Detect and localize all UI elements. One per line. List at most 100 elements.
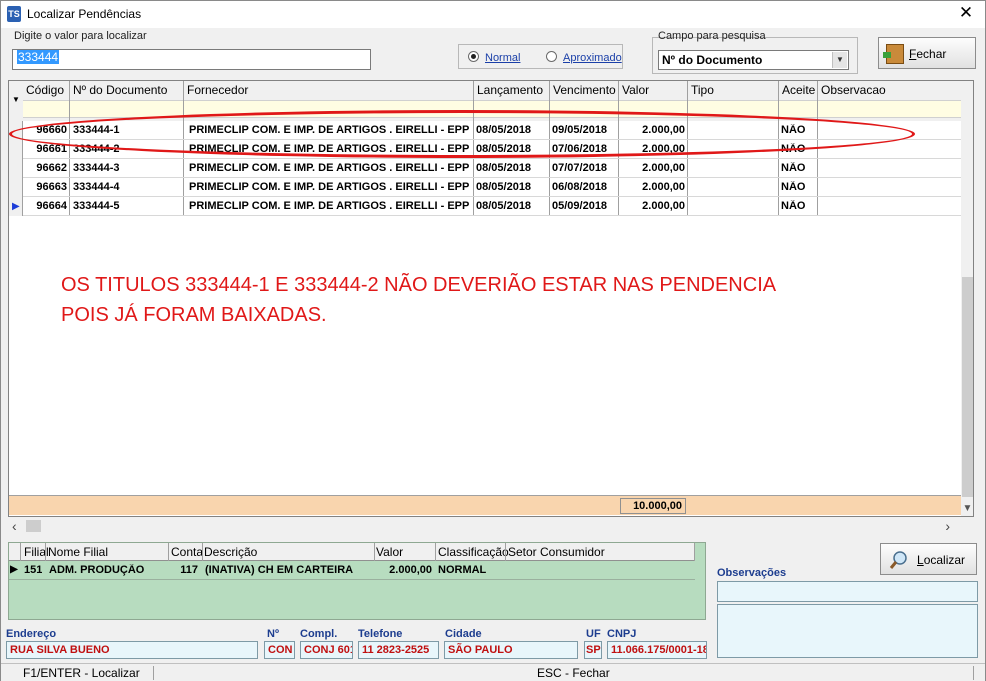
- cell-codigo: 96662: [36, 162, 67, 174]
- cell-nome-filial: ADM. PRODUÇÃO: [49, 564, 145, 576]
- telefone-label: Telefone: [358, 628, 403, 640]
- cell-fornecedor: PRIMECLIP COM. E IMP. DE ARTIGOS . EIREL…: [189, 124, 470, 136]
- col-vencimento[interactable]: Vencimento: [550, 83, 616, 97]
- chevron-down-icon[interactable]: ▼: [832, 52, 847, 68]
- status-divider: [973, 666, 974, 680]
- endereco-field[interactable]: RUA SILVA BUENO: [6, 641, 258, 659]
- cell-documento: 333444-4: [73, 181, 120, 193]
- cell-vencimento: 05/09/2018: [552, 200, 608, 212]
- cell-aceite: NÃO: [781, 124, 806, 136]
- col-descricao[interactable]: Descrição: [201, 545, 257, 559]
- annotation-text: OS TITULOS 333444-1 E 333444-2 NÃO DEVER…: [61, 270, 776, 330]
- radio-aproximado[interactable]: Aproximado: [546, 51, 622, 64]
- uf-field[interactable]: SP: [584, 641, 602, 659]
- cell-vencimento: 06/08/2018: [552, 181, 608, 193]
- cell-filial: 151: [24, 564, 43, 576]
- detail-row[interactable]: ▶ 151 ADM. PRODUÇÃO 117 (INATIVA) CH EM …: [9, 561, 695, 580]
- cell-descricao: (INATIVA) CH EM CARTEIRA: [205, 564, 354, 576]
- observacoes-field[interactable]: [717, 581, 978, 602]
- scroll-right-icon[interactable]: ›: [945, 518, 950, 534]
- exit-door-icon: [883, 44, 904, 64]
- cell-vencimento: 07/06/2018: [552, 143, 608, 155]
- hscroll-thumb[interactable]: [26, 520, 41, 532]
- cell-codigo: 96664: [36, 200, 67, 212]
- search-input[interactable]: 333444: [12, 49, 371, 70]
- cell-valor: 2.000,00: [642, 124, 685, 136]
- cell-vencimento: 07/07/2018: [552, 162, 608, 174]
- detail-grid[interactable]: Filial Nome Filial Conta Descrição Valor…: [8, 542, 706, 620]
- col-fornecedor[interactable]: Fornecedor: [184, 83, 248, 97]
- grid-total-bar: 10.000,00: [9, 495, 961, 515]
- search-icon: [889, 551, 907, 569]
- status-divider: [153, 666, 154, 680]
- telefone-field[interactable]: 11 2823-2525: [358, 641, 439, 659]
- table-row[interactable]: 96662 333444-3 PRIMECLIP COM. E IMP. DE …: [23, 159, 961, 178]
- radio-normal-dot: [468, 51, 479, 62]
- cidade-label: Cidade: [445, 628, 482, 640]
- cell-fornecedor: PRIMECLIP COM. E IMP. DE ARTIGOS . EIREL…: [189, 181, 470, 193]
- cell-lancamento: 08/05/2018: [476, 200, 532, 212]
- cell-valor: 2.000,00: [642, 143, 685, 155]
- fechar-button[interactable]: Fechar: [878, 37, 976, 69]
- cell-aceite: NÃO: [781, 143, 806, 155]
- col-setor[interactable]: Setor Consumidor: [505, 545, 605, 559]
- col-lancamento[interactable]: Lançamento: [474, 83, 543, 97]
- campo-select[interactable]: Nº do Documento ▼: [658, 50, 849, 70]
- cnpj-field[interactable]: 11.066.175/0001-18: [607, 641, 707, 659]
- scroll-left-icon[interactable]: ‹: [12, 518, 17, 534]
- cell-classificacao: NORMAL: [438, 564, 487, 576]
- table-row[interactable]: 96660 333444-1 PRIMECLIP COM. E IMP. DE …: [23, 121, 961, 140]
- cell-documento: 333444-5: [73, 200, 120, 212]
- col-conta[interactable]: Conta: [168, 545, 203, 559]
- search-mode-group: Normal Aproximado: [458, 44, 623, 69]
- scroll-down-icon[interactable]: ▼: [961, 503, 973, 514]
- col-codigo[interactable]: Código: [23, 83, 64, 97]
- col-valor-sub[interactable]: Valor: [373, 545, 403, 559]
- close-icon[interactable]: ✕: [957, 4, 975, 22]
- filter-row[interactable]: [23, 100, 961, 118]
- search-label: Digite o valor para localizar: [14, 30, 147, 42]
- compl-label: Compl.: [300, 628, 338, 640]
- radio-normal[interactable]: Normal: [468, 51, 520, 64]
- col-documento[interactable]: Nº do Documento: [70, 83, 167, 97]
- cell-lancamento: 08/05/2018: [476, 162, 532, 174]
- col-tipo[interactable]: Tipo: [688, 83, 714, 97]
- vscroll-thumb[interactable]: [962, 277, 973, 497]
- radio-aproximado-label: Aproximado: [563, 52, 622, 64]
- localizar-button-label: Localizar: [917, 553, 966, 567]
- numero-field[interactable]: CON: [264, 641, 295, 659]
- title-bar: TS Localizar Pendências ✕: [1, 1, 985, 28]
- compl-field[interactable]: CONJ 601: [300, 641, 353, 659]
- cell-aceite: NÃO: [781, 162, 806, 174]
- cell-lancamento: 08/05/2018: [476, 181, 532, 193]
- table-row[interactable]: 96661 333444-2 PRIMECLIP COM. E IMP. DE …: [23, 140, 961, 159]
- current-row-icon: ▶: [12, 201, 20, 212]
- observacoes-memo[interactable]: [717, 604, 978, 658]
- table-row[interactable]: 96664 333444-5 PRIMECLIP COM. E IMP. DE …: [23, 197, 961, 216]
- cell-vencimento: 09/05/2018: [552, 124, 608, 136]
- grid-horizontal-scrollbar[interactable]: ‹ ›: [8, 518, 974, 534]
- status-fechar: ESC - Fechar: [537, 666, 610, 680]
- cell-documento: 333444-1: [73, 124, 120, 136]
- annotation-line-1: OS TITULOS 333444-1 E 333444-2 NÃO DEVER…: [61, 274, 777, 296]
- col-valor[interactable]: Valor: [619, 83, 649, 97]
- col-observacao[interactable]: Observacao: [818, 83, 886, 97]
- endereco-label: Endereço: [6, 628, 57, 640]
- localizar-button[interactable]: Localizar: [880, 543, 977, 575]
- app-icon: TS: [7, 6, 21, 22]
- cell-lancamento: 08/05/2018: [476, 124, 532, 136]
- table-row[interactable]: 96663 333444-4 PRIMECLIP COM. E IMP. DE …: [23, 178, 961, 197]
- cell-lancamento: 08/05/2018: [476, 143, 532, 155]
- cell-valor-sub: 2.000,00: [389, 564, 432, 576]
- cell-fornecedor: PRIMECLIP COM. E IMP. DE ARTIGOS . EIREL…: [189, 143, 470, 155]
- col-aceite[interactable]: Aceite: [779, 83, 815, 97]
- col-nome-filial[interactable]: Nome Filial: [45, 545, 108, 559]
- radio-normal-label: Normal: [485, 52, 521, 64]
- filter-indicator-icon: ▼: [12, 95, 20, 104]
- cnpj-label: CNPJ: [607, 628, 637, 640]
- cell-codigo: 96661: [36, 143, 67, 155]
- col-classificacao[interactable]: Classificação: [435, 545, 509, 559]
- grid-vertical-scrollbar[interactable]: ▼: [961, 81, 973, 516]
- cidade-field[interactable]: SÃO PAULO: [444, 641, 578, 659]
- cell-fornecedor: PRIMECLIP COM. E IMP. DE ARTIGOS . EIREL…: [189, 200, 470, 212]
